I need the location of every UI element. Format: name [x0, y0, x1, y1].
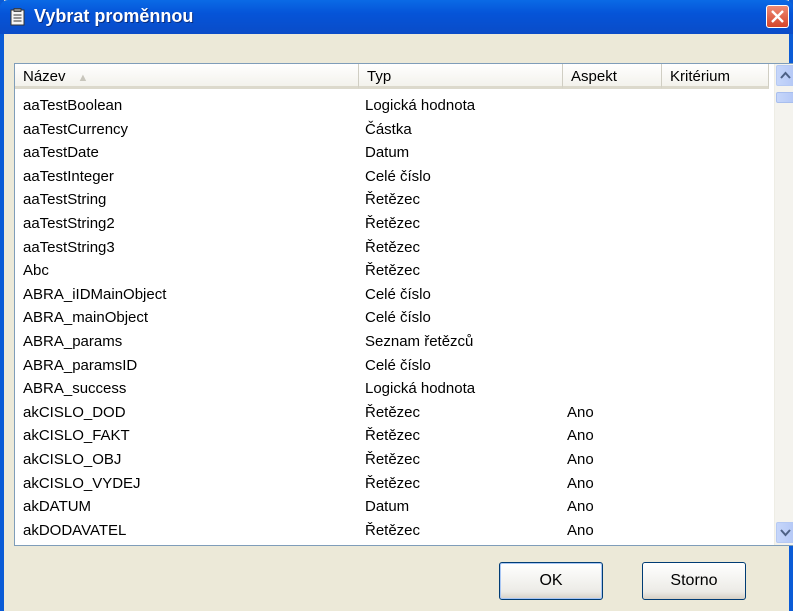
title-bar[interactable]: Vybrat proměnnou: [0, 0, 793, 34]
dialog-window: Vybrat proměnnou Název ▲ Typ Aspekt Krité…: [0, 0, 793, 611]
chevron-up-icon: [780, 71, 791, 79]
cell-name: akCISLO_OBJ: [23, 450, 122, 468]
cell-type: Logická hodnota: [365, 97, 476, 114]
ok-button[interactable]: OK: [499, 562, 603, 600]
cell-aspect: Ano: [567, 474, 594, 492]
cell-aspect: Ano: [567, 521, 594, 539]
cell-type: Řetězec: [365, 403, 421, 421]
window-title: Vybrat proměnnou: [34, 6, 194, 26]
cell-name: ABRA_success: [23, 380, 127, 398]
cell-name: akCISLO_FAKT: [23, 427, 130, 445]
column-header-aspect[interactable]: Aspekt: [563, 64, 662, 89]
cell-name: aaTestBoolean: [23, 97, 123, 114]
cell-type: Částka: [365, 120, 412, 138]
list-item[interactable]: aaTestString2 Řetězec: [15, 213, 769, 237]
column-header-criterion-label: Kritérium: [670, 68, 731, 85]
cell-name: ABRA_paramsID: [23, 356, 138, 374]
cell-type: Řetězec: [365, 238, 421, 256]
variable-list[interactable]: Název ▲ Typ Aspekt Kritérium aaTestBoolea…: [14, 63, 793, 546]
list-item[interactable]: aaTestInteger Celé číslo: [15, 166, 769, 190]
cell-aspect: Ano: [567, 498, 594, 516]
list-item[interactable]: aaTestString3 Řetězec: [15, 237, 769, 261]
list-item[interactable]: akCISLO_VYDEJ Řetězec Ano: [15, 473, 769, 497]
column-header-name-label: Název: [23, 68, 66, 85]
cell-type: Datum: [365, 144, 410, 162]
list-item[interactable]: akCISLO_OBJ Řetězec Ano: [15, 449, 769, 473]
cell-name: aaTestDate: [23, 144, 99, 162]
column-header-type[interactable]: Typ: [359, 64, 563, 89]
cell-type: Řetězec: [365, 427, 421, 445]
list-item[interactable]: aaTestCurrency Částka: [15, 119, 769, 143]
cell-name: Abc: [23, 262, 49, 280]
cell-name: ABRA_iIDMainObject: [23, 285, 167, 303]
cell-type: Celé číslo: [365, 356, 431, 374]
list-item[interactable]: ABRA_success Logická hodnota: [15, 378, 769, 402]
cell-type: Řetězec: [365, 214, 421, 232]
cell-aspect: Ano: [567, 427, 594, 445]
cancel-button[interactable]: Storno: [642, 562, 746, 600]
sort-up-icon: ▲: [77, 72, 89, 84]
cell-type: Logická hodnota: [365, 380, 476, 398]
cell-name: aaTestString: [23, 191, 107, 209]
list-item[interactable]: aaTestDate Datum: [15, 142, 769, 166]
cell-type: Celé číslo: [365, 285, 431, 303]
cell-type: Řetězec: [365, 450, 421, 468]
list-item[interactable]: akDODAVATEL Řetězec Ano: [15, 520, 769, 544]
list-item[interactable]: ABRA_iIDMainObject Celé číslo: [15, 284, 769, 308]
list-item[interactable]: akCISLO_DOD Řetězec Ano: [15, 402, 769, 426]
cell-name: akCISLO_DOD: [23, 403, 126, 421]
cell-type: Celé číslo: [365, 309, 431, 327]
cell-aspect: Ano: [567, 450, 594, 468]
cell-name: akDATUM: [23, 498, 92, 516]
cell-aspect: Ano: [567, 403, 594, 421]
cell-type: Řetězec: [365, 262, 421, 280]
cell-name: aaTestInteger: [23, 167, 114, 185]
clipboard-icon: [10, 8, 25, 26]
close-button[interactable]: [766, 5, 789, 28]
column-header-criterion[interactable]: Kritérium: [662, 64, 769, 89]
cell-type: Řetězec: [365, 474, 421, 492]
cell-type: Řetězec: [365, 191, 421, 209]
cell-type: Celé číslo: [365, 167, 431, 185]
cell-type: Datum: [365, 498, 410, 516]
cell-name: ABRA_params: [23, 332, 123, 350]
scroll-up-button[interactable]: [776, 65, 793, 86]
cell-name: aaTestString3: [23, 238, 115, 256]
list-header: Název ▲ Typ Aspekt Kritérium: [15, 64, 769, 90]
column-header-type-label: Typ: [367, 68, 392, 85]
list-item[interactable]: ABRA_params Seznam řetězců: [15, 331, 769, 355]
list-item[interactable]: aaTestString Řetězec: [15, 189, 769, 213]
scroll-thumb[interactable]: [776, 92, 793, 103]
scroll-down-button[interactable]: [776, 522, 793, 543]
cell-name: akDODAVATEL: [23, 521, 127, 539]
list-rows: aaTestBoolean Logická hodnota aaTestCurren…: [15, 95, 769, 543]
column-header-aspect-label: Aspekt: [571, 68, 617, 85]
column-header-name[interactable]: Název ▲: [15, 64, 359, 89]
list-item[interactable]: ABRA_mainObject Celé číslo: [15, 307, 769, 331]
list-item[interactable]: aaTestBoolean Logická hodnota: [15, 95, 769, 119]
cell-name: aaTestCurrency: [23, 120, 129, 138]
cell-type: Řetězec: [365, 521, 421, 539]
cell-type: Seznam řetězců: [365, 332, 474, 350]
list-item[interactable]: ABRA_paramsID Celé číslo: [15, 355, 769, 379]
vertical-scrollbar[interactable]: [774, 64, 793, 545]
chevron-down-icon: [780, 529, 791, 537]
list-item[interactable]: akDATUM Datum Ano: [15, 496, 769, 520]
cell-name: aaTestString2: [23, 214, 115, 232]
list-item[interactable]: Abc Řetězec: [15, 260, 769, 284]
cell-name: akCISLO_VYDEJ: [23, 474, 141, 492]
close-icon: [771, 10, 784, 23]
cell-name: ABRA_mainObject: [23, 309, 149, 327]
list-item[interactable]: akCISLO_FAKT Řetězec Ano: [15, 425, 769, 449]
